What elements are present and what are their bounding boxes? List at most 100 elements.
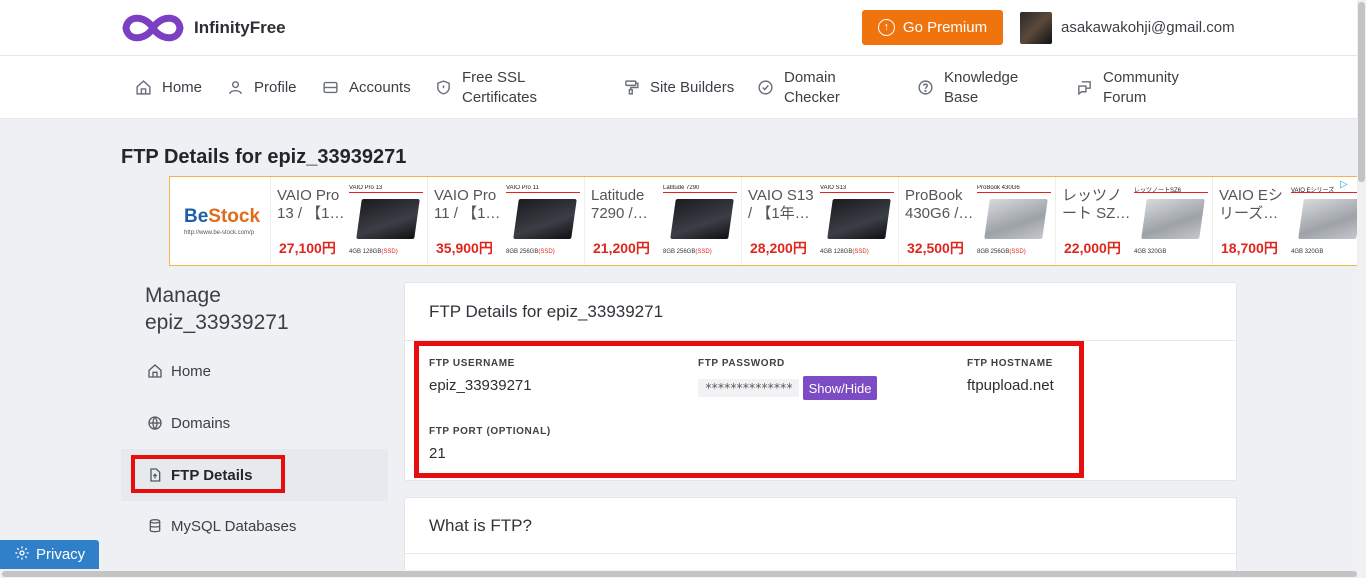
avatar[interactable]: [1020, 12, 1052, 44]
laptop-icon: [1141, 199, 1205, 239]
sidebar-item-label: MySQL Databases: [171, 517, 297, 535]
arrow-up-circle-icon: ↑: [877, 19, 895, 36]
laptop-image: VAIO Eシリーズ 4GB 320GB: [1291, 185, 1357, 257]
ad-logo-main: Be: [184, 206, 209, 227]
ad-product[interactable]: VAIO Pro 11 / 【1… 35,900円 VAIO Pro 11 8G…: [427, 177, 583, 265]
ad-product[interactable]: VAIO Pro 13 / 【1… 27,100円 VAIO Pro 13 4G…: [270, 177, 426, 265]
go-premium-button[interactable]: ↑ Go Premium: [862, 10, 1003, 45]
ad-product-price: 18,700円: [1221, 240, 1278, 256]
ad-product-model: VAIO Pro 13: [349, 185, 423, 193]
sidebar-item-label: Home: [171, 362, 212, 380]
ad-product-price: 32,500円: [907, 240, 964, 256]
main-nav: Home Profile Accounts Free SSL Certifica…: [0, 56, 1366, 119]
ad-specs-ssd: (SSD): [1009, 249, 1026, 255]
ad-product-model: Latitude 7290: [663, 185, 737, 193]
server-icon: [321, 79, 339, 97]
ad-product-specs: 4GB 320GB: [1134, 249, 1166, 255]
ad-specs-ssd: (SSD): [381, 249, 398, 255]
ad-product-model: VAIO Pro 11: [506, 185, 580, 193]
chat-icon: [1075, 79, 1093, 97]
ad-product-specs: 8GB 256GB(SSD): [506, 249, 555, 255]
nav-item-home[interactable]: Home: [134, 56, 202, 119]
ad-product-name: Latitude 7290 /…: [591, 187, 648, 222]
ad-product-price: 28,200円: [750, 240, 807, 256]
card-divider: [405, 553, 1236, 554]
ad-logo-accent: Stock: [208, 206, 261, 227]
globe-icon: [147, 415, 163, 431]
ad-specs-text: 4GB 128GB: [820, 249, 853, 255]
ad-product-price: 21,200円: [593, 240, 650, 256]
laptop-image: ProBook 430G6 8GB 256GB(SSD): [977, 185, 1051, 257]
ad-product[interactable]: レッツノート SZ… 22,000円 レッツノートSZ6 4GB 320GB: [1055, 177, 1211, 265]
ad-product[interactable]: VAIO S13 / 【1年… 28,200円 VAIO S13 4GB 128…: [741, 177, 897, 265]
card-title: FTP Details for epiz_33939271: [429, 302, 664, 321]
vertical-scrollbar[interactable]: [1357, 0, 1366, 570]
card-title: What is FTP?: [429, 516, 532, 535]
nav-label-site-builders: Site Builders: [650, 78, 735, 96]
nav-label-community-forum: Community Forum: [1103, 68, 1179, 106]
horizontal-scrollbar[interactable]: [0, 570, 1366, 578]
ad-banner[interactable]: BeStock http://www.be-stock.com/p VAIO P…: [169, 176, 1358, 266]
ad-product[interactable]: Latitude 7290 /… 21,200円 Latitude 7290 8…: [584, 177, 740, 265]
sidebar-item-domains[interactable]: Domains: [121, 397, 388, 449]
ad-product-specs: 8GB 256GB(SSD): [977, 249, 1026, 255]
scrollbar-thumb[interactable]: [1358, 2, 1365, 182]
question-icon: [916, 79, 934, 97]
shield-icon: [434, 79, 452, 97]
nav-item-knowledge-base[interactable]: Knowledge Base: [916, 56, 1034, 119]
ad-specs-ssd: (SSD): [538, 249, 555, 255]
home-icon: [134, 79, 152, 97]
laptop-image: Latitude 7290 8GB 256GB(SSD): [663, 185, 737, 257]
privacy-label: Privacy: [36, 546, 86, 563]
home-icon: [147, 363, 163, 379]
highlight-box: [131, 455, 285, 493]
sidebar-title-text: Manage epiz_33939271: [145, 284, 289, 334]
ad-product[interactable]: ProBook 430G6 /… 32,500円 ProBook 430G6 8…: [898, 177, 1054, 265]
check-circle-icon: [756, 79, 774, 97]
ad-product-model: レッツノートSZ6: [1134, 185, 1208, 193]
database-icon: [147, 518, 163, 534]
ad-product-name: VAIO Pro 13 / 【1…: [277, 187, 345, 222]
ad-logo[interactable]: BeStock http://www.be-stock.com/p: [170, 177, 270, 265]
logo[interactable]: InfinityFree: [120, 10, 286, 46]
ad-specs-ssd: (SSD): [852, 249, 869, 255]
ad-product[interactable]: VAIO Eシリーズ… 18,700円 VAIO Eシリーズ 4GB 320GB: [1212, 177, 1357, 265]
nav-label-knowledge-base: Knowledge Base: [944, 68, 1019, 106]
adchoices-icon[interactable]: ▷: [1340, 179, 1353, 191]
scrollbar-thumb[interactable]: [2, 571, 1357, 577]
ad-product-price: 35,900円: [436, 240, 493, 256]
ad-product-specs: 4GB 320GB: [1291, 249, 1323, 255]
laptop-icon: [670, 199, 734, 239]
ad-product-name: VAIO Pro 11 / 【1…: [434, 187, 501, 222]
laptop-image: レッツノートSZ6 4GB 320GB: [1134, 185, 1208, 257]
ad-product-price: 27,100円: [279, 240, 336, 256]
paint-roller-icon: [622, 79, 640, 97]
ad-product-name: VAIO Eシリーズ…: [1219, 187, 1283, 222]
ad-specs-text: 8GB 256GB: [663, 249, 696, 255]
sidebar-item-mysql-databases[interactable]: MySQL Databases: [121, 500, 388, 552]
privacy-button[interactable]: Privacy: [0, 540, 99, 569]
ad-specs-ssd: (SSD): [695, 249, 712, 255]
ad-product-name: レッツノート SZ…: [1062, 187, 1131, 222]
user-email[interactable]: asakawakohji@gmail.com: [1061, 19, 1235, 36]
ad-product-model: VAIO S13: [820, 185, 894, 193]
ad-product-specs: 8GB 256GB(SSD): [663, 249, 712, 255]
ad-specs-text: 4GB 320GB: [1291, 249, 1324, 255]
nav-label-home: Home: [162, 78, 203, 96]
user-icon: [226, 79, 244, 97]
ad-product-name: ProBook 430G6 /…: [905, 187, 974, 222]
laptop-image: VAIO Pro 13 4GB 128GB(SSD): [349, 185, 423, 257]
nav-item-accounts[interactable]: Accounts: [321, 56, 411, 119]
nav-item-free-ssl[interactable]: Free SSL Certificates: [434, 56, 552, 119]
nav-item-profile[interactable]: Profile: [226, 56, 297, 119]
page-title: FTP Details for epiz_33939271: [121, 146, 407, 168]
ad-logo-text: BeStock: [184, 206, 270, 228]
nav-item-domain-checker[interactable]: Domain Checker: [756, 56, 874, 119]
nav-item-site-builders[interactable]: Site Builders: [622, 56, 734, 119]
laptop-icon: [827, 199, 891, 239]
laptop-image: VAIO Pro 11 8GB 256GB(SSD): [506, 185, 580, 257]
nav-label-domain-checker: Domain Checker: [784, 68, 840, 106]
sidebar-item-home[interactable]: Home: [121, 345, 388, 397]
ad-product-model: ProBook 430G6: [977, 185, 1051, 193]
nav-item-community-forum[interactable]: Community Forum: [1075, 56, 1193, 119]
